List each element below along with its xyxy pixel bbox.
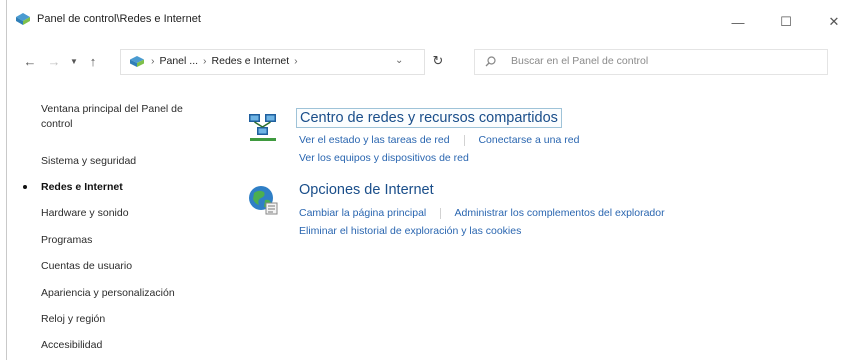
- breadcrumb-separator: ›: [151, 55, 155, 67]
- sidebar-item-label: Redes e Internet: [41, 181, 123, 193]
- internet-options-links-row2: Eliminar el historial de exploración y l…: [299, 225, 521, 237]
- link-separator: [463, 134, 465, 146]
- connect-network-link[interactable]: Conectarse a una red: [478, 134, 579, 146]
- sidebar-item-reloj[interactable]: Reloj y región: [41, 313, 105, 325]
- manage-addons-link[interactable]: Administrar los complementos del explora…: [455, 207, 665, 219]
- breadcrumb: › Panel ... › Redes e Internet ›: [151, 55, 298, 67]
- search-icon: [485, 56, 496, 67]
- view-network-devices-link[interactable]: Ver los equipos y dispositivos de red: [299, 152, 469, 164]
- main-content: Centro de redes y recursos compartidos V…: [222, 78, 847, 360]
- sidebar: Ventana principal del Panel de control S…: [7, 78, 222, 360]
- sidebar-item-sistema[interactable]: Sistema y seguridad: [41, 155, 136, 167]
- maximize-button[interactable]: ☐: [764, 8, 808, 36]
- sidebar-item-programas[interactable]: Programas: [41, 234, 92, 246]
- breadcrumb-separator[interactable]: ›: [294, 55, 298, 67]
- address-dropdown-button[interactable]: ⌄: [395, 55, 403, 66]
- sidebar-item-apariencia[interactable]: Apariencia y personalización: [41, 287, 175, 299]
- network-center-title-link[interactable]: Centro de redes y recursos compartidos: [296, 108, 562, 128]
- link-separator: [440, 207, 442, 219]
- refresh-button[interactable]: ↻: [427, 49, 449, 73]
- search-input[interactable]: [511, 53, 811, 69]
- delete-history-link[interactable]: Eliminar el historial de exploración y l…: [299, 225, 521, 237]
- change-home-page-link[interactable]: Cambiar la página principal: [299, 207, 426, 219]
- control-panel-icon: [16, 13, 30, 25]
- window-title: Panel de control\Redes e Internet: [37, 13, 201, 25]
- sidebar-item-hardware[interactable]: Hardware y sonido: [41, 207, 129, 219]
- network-center-icon: [249, 114, 276, 141]
- minimize-button[interactable]: —: [716, 8, 760, 36]
- sidebar-item-accesibilidad[interactable]: Accesibilidad: [41, 339, 102, 351]
- breadcrumb-redes[interactable]: Redes e Internet: [212, 55, 290, 67]
- sidebar-home-link[interactable]: Ventana principal del Panel de control: [41, 102, 211, 132]
- active-bullet-icon: [23, 185, 27, 189]
- sidebar-item-redes[interactable]: Redes e Internet: [23, 181, 123, 193]
- back-button[interactable]: ←: [21, 51, 39, 71]
- network-center-links-row1: Ver el estado y las tareas de red Conect…: [299, 134, 579, 146]
- up-button[interactable]: ↑: [84, 51, 102, 71]
- recent-locations-button[interactable]: ▼: [65, 51, 83, 71]
- internet-options-icon: [249, 186, 278, 215]
- internet-options-links-row1: Cambiar la página principal Administrar …: [299, 207, 665, 219]
- close-button[interactable]: ✕: [812, 8, 847, 36]
- breadcrumb-separator[interactable]: ›: [203, 55, 207, 67]
- breadcrumb-panel[interactable]: Panel ...: [160, 55, 199, 67]
- network-center-links-row2: Ver los equipos y dispositivos de red: [299, 152, 469, 164]
- address-bar[interactable]: › Panel ... › Redes e Internet › ⌄: [120, 49, 425, 75]
- search-box[interactable]: [474, 49, 828, 75]
- control-panel-icon: [130, 56, 144, 67]
- sidebar-item-cuentas[interactable]: Cuentas de usuario: [41, 260, 132, 272]
- navigation-bar: ← → ▼ ↑ › Panel ... › Redes e Internet ›…: [7, 44, 847, 78]
- title-bar: Panel de control\Redes e Internet — ☐ ✕: [7, 0, 847, 44]
- internet-options-title-link[interactable]: Opciones de Internet: [296, 181, 437, 199]
- control-panel-window: Panel de control\Redes e Internet — ☐ ✕ …: [6, 0, 847, 360]
- view-network-status-link[interactable]: Ver el estado y las tareas de red: [299, 134, 450, 146]
- forward-button[interactable]: →: [45, 51, 63, 71]
